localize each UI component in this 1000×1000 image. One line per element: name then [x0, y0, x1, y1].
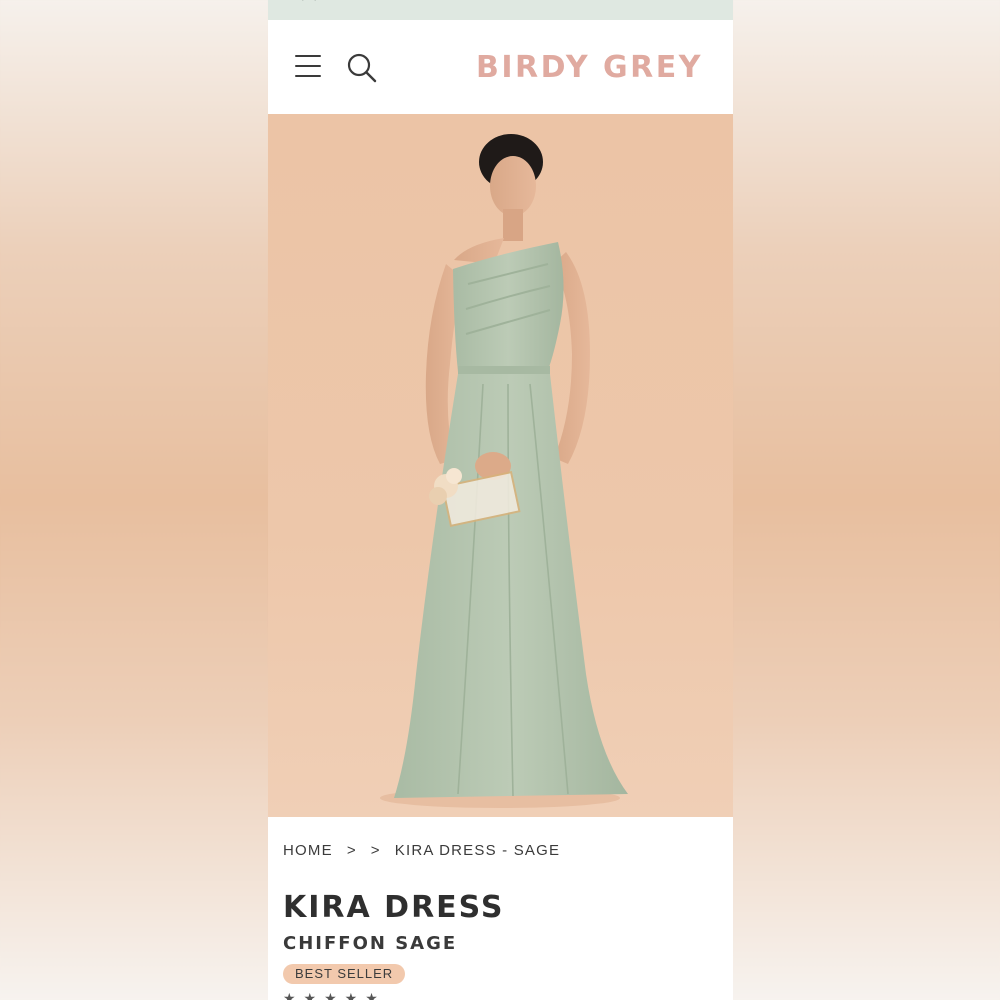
strip-glyph-left: ⌒: [302, 0, 316, 12]
strip-glyph-right: ⌒: [691, 0, 705, 10]
product-variant: CHIFFON SAGE: [283, 933, 458, 954]
top-strip: ⌒ ⌒: [268, 0, 733, 20]
brand-logo[interactable]: BIRDY GREY: [476, 50, 703, 85]
rating-stars[interactable]: ★★★★★: [283, 991, 386, 1000]
breadcrumb-current: KIRA DRESS - SAGE: [394, 842, 561, 859]
breadcrumb-separator: >: [370, 842, 381, 859]
mobile-screen: ⌒ ⌒ BIRDY GREY HOME > > KIRA DRESS - SAG…: [268, 0, 733, 1000]
breadcrumb-home-link[interactable]: HOME: [283, 842, 333, 859]
blurred-background-right: [733, 0, 1000, 1000]
search-icon[interactable]: [346, 52, 378, 84]
site-header: BIRDY GREY: [268, 20, 733, 114]
product-image[interactable]: [268, 114, 733, 817]
breadcrumb: HOME > > KIRA DRESS - SAGE: [283, 842, 560, 859]
blurred-background-left: [0, 0, 268, 1000]
hamburger-menu-icon[interactable]: [295, 55, 321, 77]
best-seller-badge: BEST SELLER: [283, 964, 406, 984]
breadcrumb-separator: >: [346, 842, 357, 859]
product-title: KIRA DRESS: [283, 890, 505, 925]
